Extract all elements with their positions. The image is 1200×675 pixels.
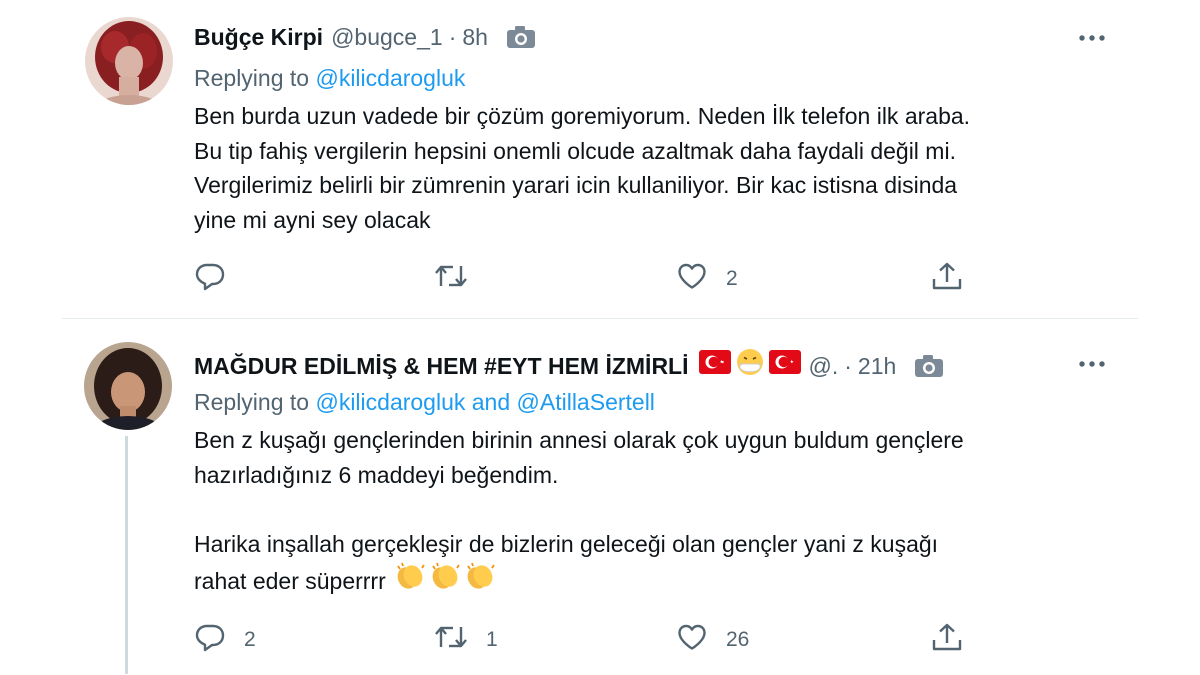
like-icon — [676, 260, 708, 298]
turkish-flag-icon — [768, 350, 801, 381]
mention-link[interactable]: @kilicdarogluk and @AtillaSertell — [315, 389, 654, 415]
display-name[interactable]: Buğçe Kirpi — [194, 22, 323, 52]
turkish-flag-icon — [698, 350, 731, 381]
timestamp[interactable]: 21h — [858, 351, 896, 381]
camera-icon — [914, 354, 944, 378]
share-icon — [930, 260, 964, 298]
mask-face-icon — [735, 347, 765, 384]
clapping-hands-icon — [429, 561, 463, 601]
tweet-text-line: Ben z kuşağı gençlerinden birinin annesi… — [194, 427, 964, 453]
clapping-hands-icon — [464, 561, 498, 601]
tweet-text: Ben burda uzun vadede bir çözüm goremiyo… — [194, 99, 1124, 237]
tweet-actions: 2 1 26 — [194, 623, 974, 657]
retweet-button[interactable]: 1 — [434, 623, 498, 657]
reply-button[interactable]: 2 — [194, 623, 256, 657]
tweet-text-line: Vergilerimiz belirli bir zümrenin yarari… — [194, 172, 958, 198]
reply-icon — [194, 621, 226, 659]
separator-dot: · — [448, 24, 457, 50]
timestamp[interactable]: 8h — [462, 22, 488, 52]
tweet-text-line: rahat eder süperrrr — [194, 567, 386, 594]
share-button[interactable] — [930, 623, 964, 657]
avatar[interactable] — [85, 17, 173, 105]
thread-connector-line — [125, 436, 128, 674]
tweet-text-line: Ben burda uzun vadede bir çözüm goremiyo… — [194, 103, 971, 129]
tweet-text-line-with-emoji: rahat eder süperrrr — [194, 561, 1124, 601]
reply-icon — [194, 260, 226, 298]
camera-icon — [506, 25, 536, 49]
display-name[interactable]: MAĞDUR EDİLMİŞ & HEM #EYT HEM İZMİRLİ — [194, 351, 689, 381]
tweet-header: Buğçe Kirpi @bugce_1 · 8h — [194, 22, 536, 52]
clapping-hands-icon — [394, 561, 428, 601]
reply-button[interactable] — [194, 262, 226, 296]
replying-to: Replying to @kilicdarogluk and @AtillaSe… — [194, 387, 655, 417]
like-count: 2 — [726, 267, 738, 290]
tweet-text-line — [194, 492, 1124, 527]
tweet-text-line: yine mi ayni sey olacak — [194, 206, 431, 233]
tweet-actions: 2 — [194, 262, 974, 296]
replying-to: Replying to @kilicdarogluk — [194, 63, 465, 93]
like-icon — [676, 621, 708, 659]
share-icon — [930, 621, 964, 659]
tweet-text-line: hazırladığınız 6 maddeyi beğendim. — [194, 461, 559, 488]
like-count: 26 — [726, 628, 750, 651]
like-button[interactable]: 26 — [676, 623, 749, 657]
retweet-icon — [434, 260, 468, 298]
tweet-text-line: Harika inşallah gerçekleşir de bizlerin … — [194, 530, 939, 557]
replying-prefix: Replying to — [194, 65, 316, 91]
clapping-emojis — [394, 561, 498, 601]
more-icon[interactable] — [1076, 26, 1108, 50]
separator-dot: · — [844, 352, 852, 379]
name-emojis — [698, 347, 801, 384]
tweet-2[interactable]: MAĞDUR EDİLMİŞ & HEM #EYT HEM İZMİRLİ @.… — [0, 319, 1200, 675]
retweet-icon — [434, 621, 468, 659]
tweet-text: Ben z kuşağı gençlerinden birinin annesi… — [194, 423, 1124, 601]
share-button[interactable] — [930, 262, 964, 296]
tweet-text-line: Bu tip fahiş vergilerin hepsini onemli o… — [194, 137, 956, 164]
tweet-header: MAĞDUR EDİLMİŞ & HEM #EYT HEM İZMİRLİ @.… — [194, 347, 944, 384]
tweet-1[interactable]: Buğçe Kirpi @bugce_1 · 8h Replying to @k… — [0, 0, 1200, 318]
reply-count: 2 — [244, 628, 256, 651]
avatar[interactable] — [84, 342, 172, 430]
replying-prefix: Replying to — [194, 389, 316, 415]
retweet-count: 1 — [486, 628, 498, 651]
user-handle[interactable]: @. — [809, 351, 839, 381]
like-button[interactable]: 2 — [676, 262, 738, 296]
mention-link[interactable]: @kilicdarogluk — [315, 65, 465, 91]
retweet-button[interactable] — [434, 262, 468, 296]
more-icon[interactable] — [1076, 352, 1108, 376]
user-handle[interactable]: @bugce_1 — [331, 22, 443, 52]
